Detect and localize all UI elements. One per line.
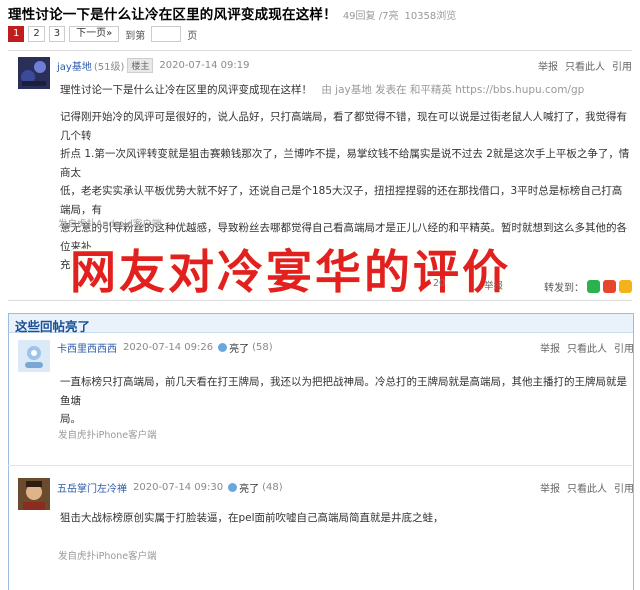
client-label: 发自虎扑Android客户端 [58, 219, 162, 230]
avatar[interactable] [18, 57, 50, 89]
next-page-button[interactable]: 下一页» [69, 26, 120, 42]
quote-source: 由 jay基地 发表在 和平精英 https://bbs.hupu.com/gp [321, 84, 585, 96]
share-label: 转发到： [544, 283, 584, 294]
reply-body: 狙击大战标榜原创实属于打脸装逼，在pel面前吹嘘自己高端局简直就是井底之蛙， [60, 509, 632, 528]
overlay-caption: 网友对冷宴华的评价 [70, 245, 511, 299]
view-count: 10358浏览 [404, 11, 457, 22]
light-label[interactable]: 亮了 [239, 480, 259, 495]
weibo-icon[interactable] [603, 280, 616, 293]
username-link[interactable]: jay基地 [57, 58, 92, 73]
light-count: (48) [262, 482, 283, 493]
divider [8, 50, 632, 51]
client-label: 发自虎扑iPhone客户端 [58, 430, 157, 441]
body-line: 折点 1.第一次风评转变就是狙击赛赖钱那次了，兰博咋不提，易掌纹钱不给属实是说不… [60, 148, 630, 179]
goto-page-input[interactable] [151, 26, 182, 42]
light-icon[interactable] [228, 483, 238, 492]
reply-actions: 举报 只看此人 引用 [540, 340, 634, 355]
divider [8, 300, 632, 301]
username-link[interactable]: 卡西里西西西 [57, 340, 117, 355]
quote-link[interactable]: 引用 [614, 340, 634, 355]
page-suffix-label: 页 [187, 30, 198, 42]
light-label[interactable]: 亮了 [229, 340, 249, 355]
share-row: 转发到： [544, 279, 632, 294]
wechat-icon[interactable] [587, 280, 600, 293]
light-count: (58) [252, 342, 273, 353]
quote-link[interactable]: 引用 [614, 480, 634, 495]
quote-text: 理性讨论一下是什么让冷在区里的风评变成现在这样！ [60, 84, 312, 96]
report-link[interactable]: 举报 [540, 340, 560, 355]
post-quote: 理性讨论一下是什么让冷在区里的风评变成现在这样！ 由 jay基地 发表在 和平精… [60, 82, 584, 97]
avatar[interactable] [18, 478, 50, 510]
only-this-user-link[interactable]: 只看此人 [567, 340, 607, 355]
goto-label: 到第 [125, 30, 146, 42]
light-icon[interactable] [218, 343, 228, 352]
client-label: 发自虎扑iPhone客户端 [58, 551, 157, 562]
only-this-user-link[interactable]: 只看此人 [567, 480, 607, 495]
user-count: (51级) [93, 62, 125, 73]
highlight-title: 这些回帖亮了 [15, 319, 91, 334]
post-meta: jay基地 (51级) 楼主 2020-07-14 09:19 [57, 58, 250, 73]
reply-body: 一直标榜只打高端局，前几天看在打王牌局，我还以为把把战神局。冷总打的王牌局就是高… [60, 373, 632, 429]
page-2-button[interactable]: 2 [28, 26, 45, 42]
highlight-header: 这些回帖亮了 [9, 314, 633, 334]
body-line: 一直标榜只打高端局，前几天看在打王牌局，我还以为把把战神局。冷总打的王牌局就是高… [60, 376, 627, 407]
thread-title: 理性讨论一下是什么让冷在区里的风评变成现在这样！ [8, 7, 337, 23]
reply-time: 2020-07-14 09:30 [133, 482, 224, 493]
body-line: 局。 [60, 413, 81, 425]
post-actions: 举报 只看此人 引用 [538, 58, 632, 73]
partial-report-link[interactable]: 举报 [484, 278, 503, 292]
page-1-button[interactable]: 1 [8, 26, 25, 42]
pagination: 1 2 3 下一页» 到第 页 [8, 26, 199, 42]
body-line: 低，老老实实承认平板优势大就不好了，还说自己是个185大汉子，扭扭捏捏弱的还在那… [60, 185, 623, 216]
partial-date: 20 [433, 278, 446, 289]
body-line: 狙击大战标榜原创实属于打脸装逼，在pel面前吹嘘自己高端局简直就是井底之蛙， [60, 512, 444, 524]
username-link[interactable]: 五岳掌门左冷禅 [57, 480, 127, 495]
reply-meta: 卡西里西西西 2020-07-14 09:26 亮了 (58) [57, 340, 273, 355]
report-link[interactable]: 举报 [540, 480, 560, 495]
avatar[interactable] [18, 340, 50, 372]
thread-header: 理性讨论一下是什么让冷在区里的风评变成现在这样！ 49回复 /7亮 10358浏… [0, 0, 640, 24]
divider [8, 465, 632, 466]
report-link[interactable]: 举报 [538, 58, 558, 73]
post-time: 2020-07-14 09:19 [159, 60, 250, 71]
page-3-button[interactable]: 3 [48, 26, 66, 42]
quote-link[interactable]: 引用 [612, 58, 632, 73]
qzone-icon[interactable] [619, 280, 632, 293]
only-this-user-link[interactable]: 只看此人 [565, 58, 605, 73]
reply-count: 49回复 /7亮 [342, 11, 399, 22]
op-badge: 楼主 [127, 58, 154, 73]
reply-meta: 五岳掌门左冷禅 2020-07-14 09:30 亮了 (48) [57, 480, 283, 495]
reply-actions: 举报 只看此人 引用 [540, 480, 634, 495]
reply-time: 2020-07-14 09:26 [123, 342, 214, 353]
body-line: 记得刚开始冷的风评可是很好的，说人品好，只打高端局，看了都觉得不错，现在可以说是… [60, 111, 627, 142]
